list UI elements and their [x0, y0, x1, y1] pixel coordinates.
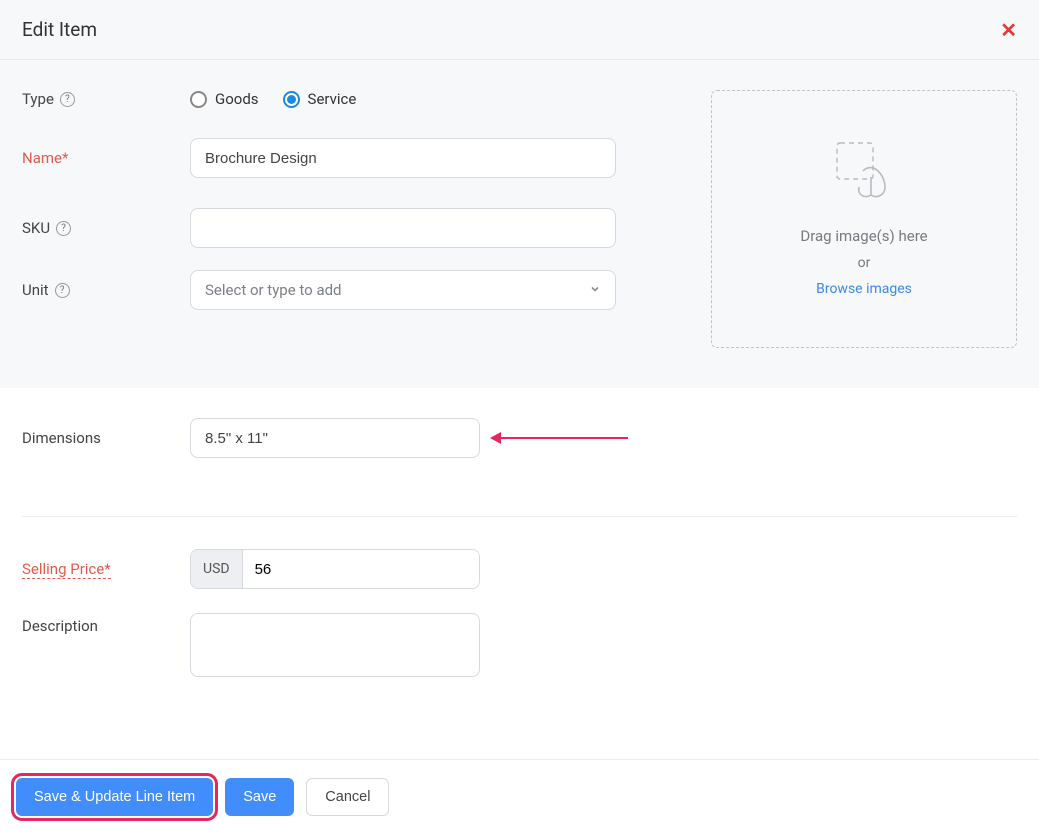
selling-price-row: Selling Price* USD [22, 549, 1017, 589]
upload-or-text: or [858, 255, 871, 271]
name-label: Name* [22, 149, 190, 167]
upload-drag-text: Drag image(s) here [800, 227, 927, 245]
lower-form-section: Dimensions Selling Price* USD Descriptio… [0, 388, 1039, 699]
unit-label: Unit ? [22, 281, 190, 299]
page-title: Edit Item [22, 18, 97, 41]
chevron-down-icon [589, 281, 601, 299]
type-label: Type ? [22, 90, 190, 108]
sku-label-text: SKU [22, 219, 50, 237]
name-row: Name* [22, 138, 691, 178]
cancel-button[interactable]: Cancel [306, 778, 389, 816]
unit-select[interactable]: Select or type to add [190, 270, 616, 310]
unit-label-text: Unit [22, 281, 49, 299]
upper-form-section: Type ? Goods Service Name* [0, 60, 1039, 388]
selling-price-label: Selling Price* [22, 560, 111, 579]
browse-images-link[interactable]: Browse images [816, 281, 912, 297]
type-radio-group: Goods Service [190, 90, 691, 108]
description-row: Description [22, 613, 1017, 677]
name-control [190, 138, 691, 178]
sku-input[interactable] [190, 208, 616, 248]
modal-header: Edit Item ✕ [0, 0, 1039, 60]
sku-label: SKU ? [22, 219, 190, 237]
form-fields: Type ? Goods Service Name* [22, 90, 691, 348]
radio-service-label: Service [308, 90, 357, 108]
radio-goods[interactable]: Goods [190, 90, 259, 108]
save-button[interactable]: Save [225, 778, 294, 816]
sku-control [190, 208, 691, 248]
upload-icon [835, 141, 893, 205]
selling-price-control: USD [190, 549, 480, 589]
close-icon[interactable]: ✕ [1000, 20, 1017, 40]
dimensions-input[interactable] [190, 418, 480, 458]
type-label-text: Type [22, 90, 54, 108]
unit-placeholder: Select or type to add [205, 281, 342, 299]
annotation-arrow-icon [498, 437, 628, 439]
image-upload-area: Drag image(s) here or Browse images [711, 90, 1017, 348]
selling-price-label-wrap: Selling Price* [22, 560, 190, 579]
description-label: Description [22, 613, 190, 635]
description-textarea[interactable] [190, 613, 480, 677]
dimensions-label: Dimensions [22, 429, 190, 447]
help-icon[interactable]: ? [60, 92, 75, 107]
save-update-line-item-button[interactable]: Save & Update Line Item [16, 778, 213, 816]
radio-service[interactable]: Service [283, 90, 357, 108]
radio-goods-label: Goods [215, 90, 259, 108]
section-divider [22, 516, 1017, 517]
modal-footer: Save & Update Line Item Save Cancel [0, 759, 1039, 834]
type-row: Type ? Goods Service [22, 90, 691, 108]
help-icon[interactable]: ? [55, 283, 70, 298]
name-input[interactable] [190, 138, 616, 178]
selling-price-input[interactable] [243, 550, 479, 588]
sku-row: SKU ? [22, 208, 691, 248]
radio-circle-icon [190, 91, 207, 108]
image-dropzone[interactable]: Drag image(s) here or Browse images [711, 90, 1017, 348]
help-icon[interactable]: ? [56, 221, 71, 236]
unit-control: Select or type to add [190, 270, 691, 310]
radio-circle-checked-icon [283, 91, 300, 108]
currency-prefix: USD [191, 550, 243, 588]
unit-row: Unit ? Select or type to add [22, 270, 691, 310]
dimensions-row: Dimensions [22, 418, 1017, 458]
